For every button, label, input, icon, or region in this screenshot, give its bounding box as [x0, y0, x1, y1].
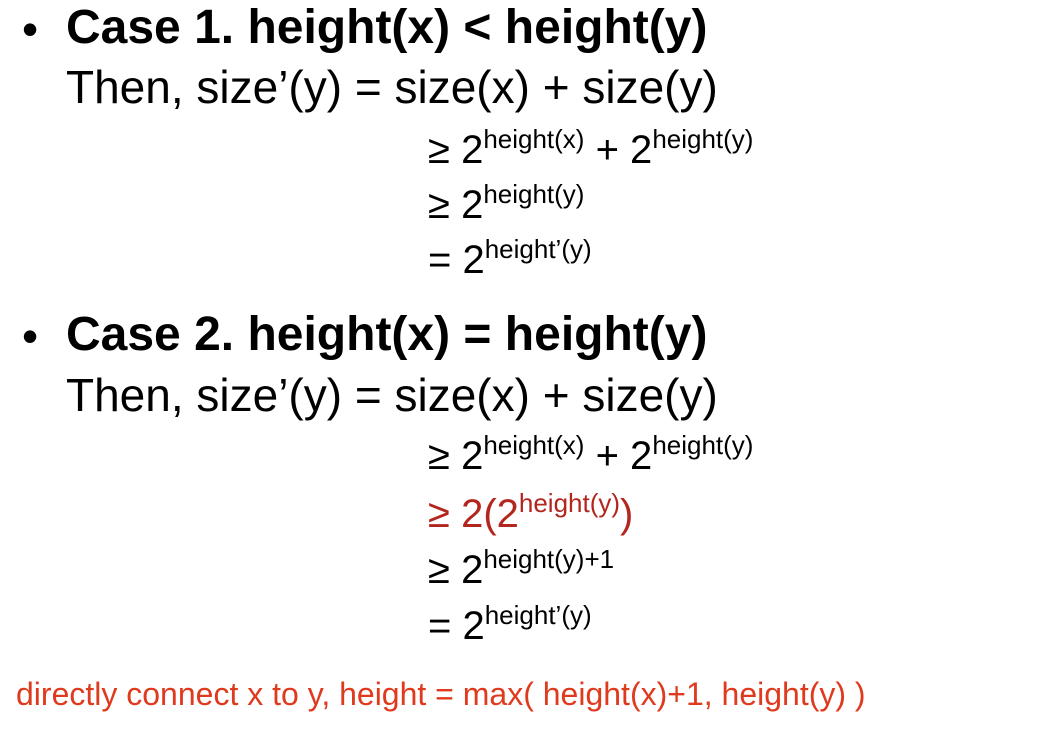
step-exponent: height(x)	[483, 124, 585, 154]
case1-step-3: = 2height’(y)	[428, 236, 592, 280]
case2-step-3: ≥ 2height(y)+1	[428, 546, 614, 590]
step-exponent: height(y)+1	[483, 544, 615, 574]
step-relation: ≥ 2	[428, 128, 484, 172]
step-relation: ≥ 2	[428, 434, 484, 478]
step-relation: ≥ 2(2	[428, 492, 519, 536]
step-relation: = 2	[428, 238, 485, 282]
case1-bullet: •	[22, 3, 39, 55]
step-middle: + 2	[584, 434, 653, 478]
step-exponent-2: height(y)	[652, 124, 754, 154]
case2-step-1: ≥ 2height(x) + 2height(y)	[428, 432, 753, 476]
annotation-note: directly connect x to y, height = max( h…	[16, 676, 866, 712]
case1-title: Case 1. height(x) < height(y)	[66, 1, 708, 54]
case2-step-4: = 2height’(y)	[428, 602, 592, 646]
step-exponent: height(y)	[518, 488, 621, 518]
case1-step-1: ≥ 2height(x) + 2height(y)	[428, 126, 753, 170]
step-relation: ≥ 2	[428, 183, 484, 227]
case2-title: Case 2. height(x) = height(y)	[66, 308, 708, 361]
case1-then-line: Then, size’(y) = size(x) + size(y)	[66, 61, 718, 113]
case2-bullet: •	[22, 310, 39, 362]
case2-then-line: Then, size’(y) = size(x) + size(y)	[66, 369, 718, 421]
step-exponent: height’(y)	[484, 234, 592, 264]
step-exponent: height(x)	[483, 430, 585, 460]
case1-step-2: ≥ 2height(y)	[428, 181, 584, 225]
step-relation: ≥ 2	[428, 548, 484, 592]
case2-step-2-highlighted: ≥ 2(2height(y))	[428, 490, 633, 534]
step-middle: + 2	[584, 128, 653, 172]
step-tail: )	[620, 492, 634, 536]
step-exponent: height(y)	[483, 179, 585, 209]
step-exponent: height’(y)	[484, 600, 592, 630]
step-exponent-2: height(y)	[652, 430, 754, 460]
step-relation: = 2	[428, 604, 485, 648]
